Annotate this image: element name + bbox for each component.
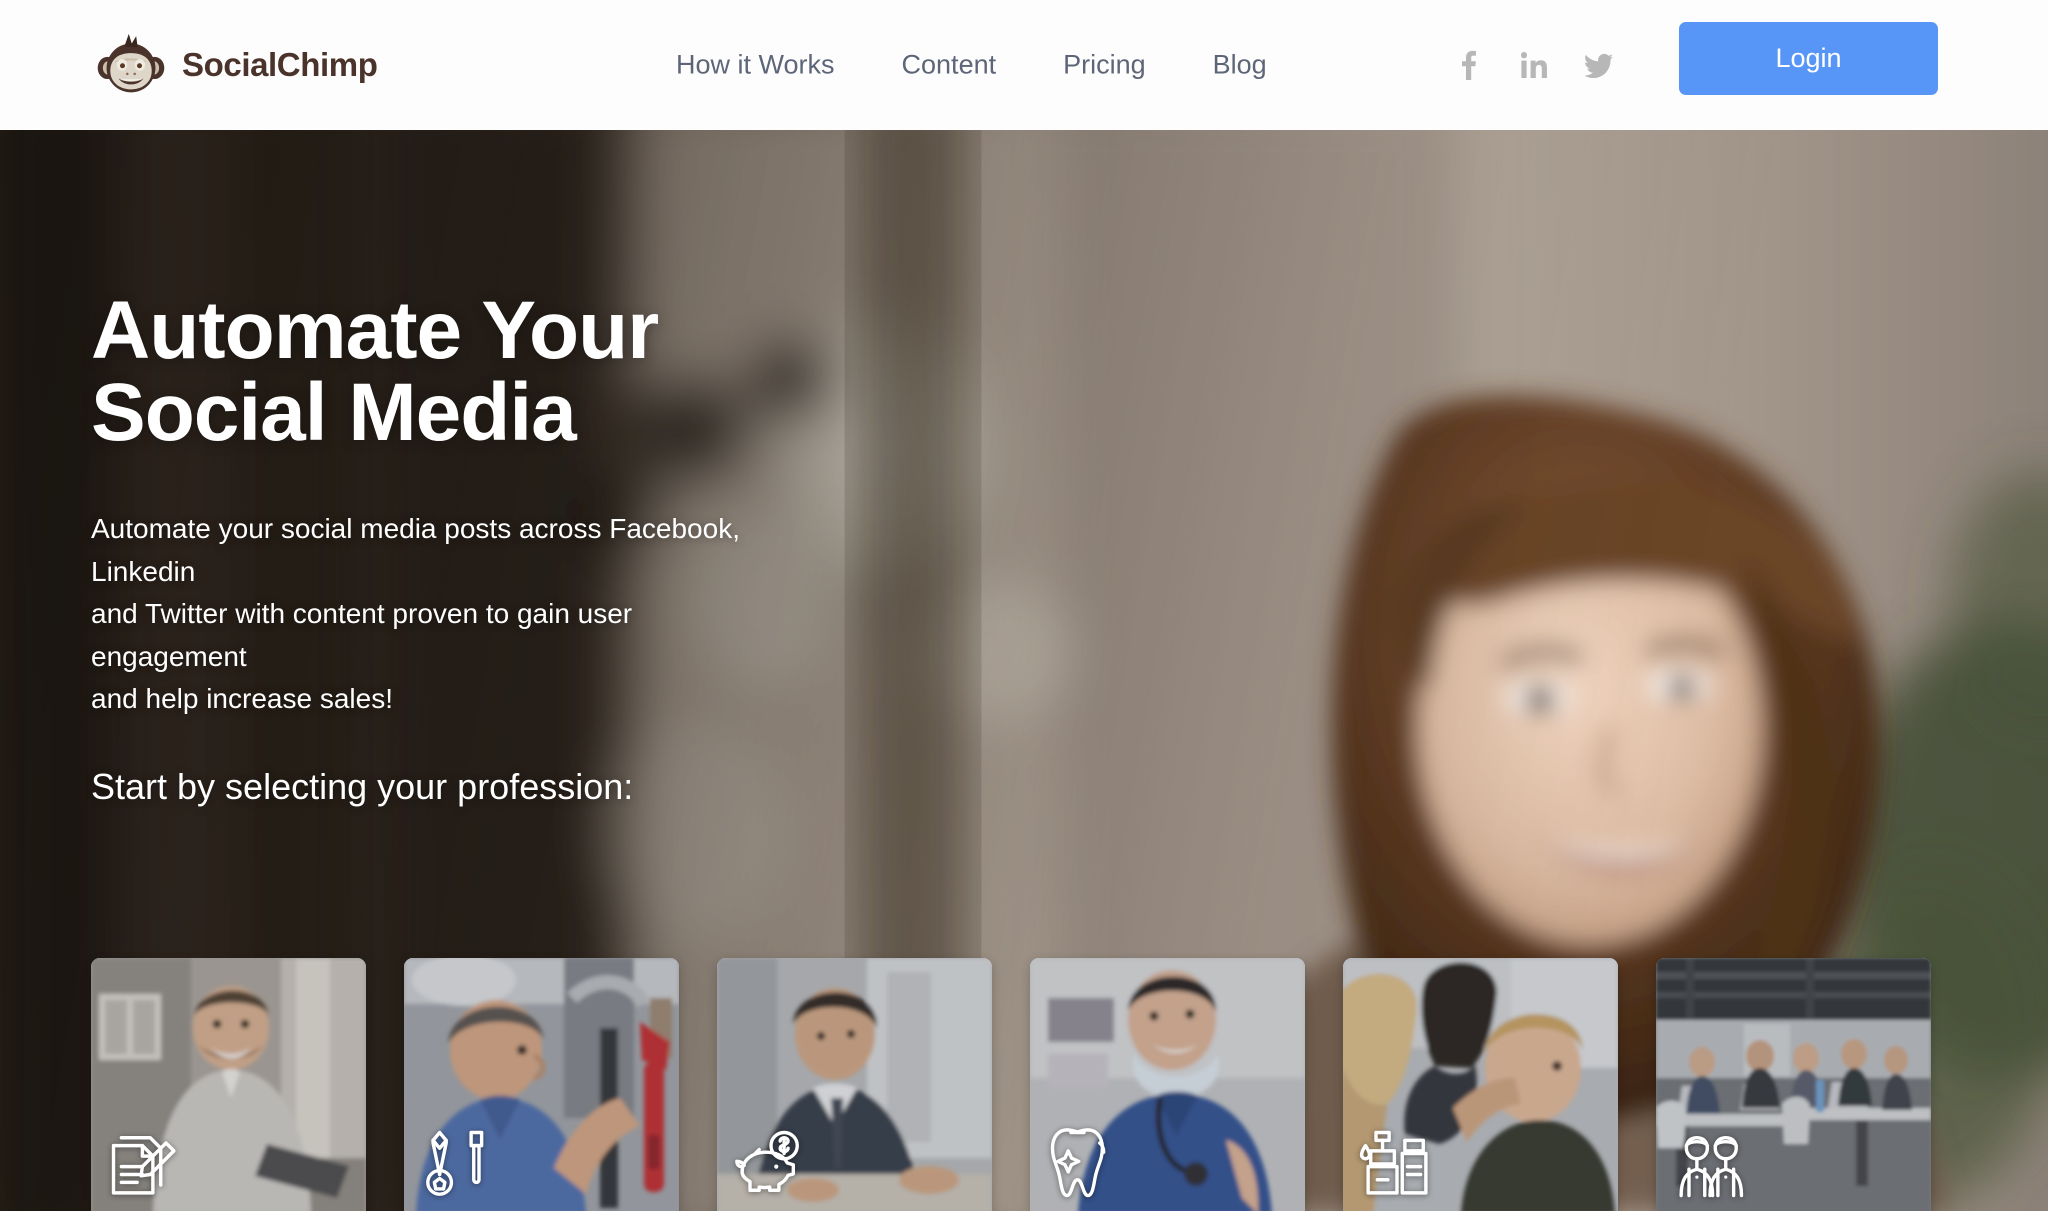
- profession-card-other[interactable]: Other: [1656, 958, 1931, 1211]
- social-links: [1455, 50, 1613, 80]
- nav-item-how-it-works[interactable]: How it Works: [676, 50, 835, 81]
- main-nav: How it Works Content Pricing Blog: [676, 50, 1267, 81]
- hero-prompt: Start by selecting your profession:: [91, 765, 634, 807]
- profession-card-finance-retirement[interactable]: Finance/Retirement: [717, 958, 992, 1211]
- hero-title: Automate Your Social Media: [91, 285, 659, 458]
- nav-item-content[interactable]: Content: [902, 50, 997, 81]
- two-people-icon: [1668, 1122, 1752, 1206]
- nav-item-pricing[interactable]: Pricing: [1063, 50, 1146, 81]
- documents-pen-icon: [103, 1122, 187, 1206]
- facebook-icon[interactable]: [1455, 50, 1483, 80]
- card-photo: [1343, 958, 1618, 1211]
- piggy-bank-icon: [729, 1122, 813, 1206]
- profession-card-dentists[interactable]: Dentists: [1030, 958, 1305, 1211]
- hero-content: Automate Your Social Media Automate your…: [91, 290, 1091, 808]
- site-header: SocialChimp How it Works Content Pricing…: [0, 0, 2048, 130]
- monkey-face-icon: [94, 28, 168, 102]
- brand-logo[interactable]: SocialChimp: [94, 28, 378, 102]
- profession-card-real-estate[interactable]: Real Estate: [91, 958, 366, 1211]
- twitter-icon[interactable]: [1585, 50, 1613, 80]
- profession-card-beauty-salon[interactable]: Beauty/Salon: [1343, 958, 1618, 1211]
- cosmetics-bottles-icon: [1355, 1122, 1439, 1206]
- linkedin-icon[interactable]: [1520, 50, 1548, 80]
- profession-card-home-service[interactable]: Home Service: [404, 958, 679, 1211]
- card-photo: [1030, 958, 1305, 1211]
- wrench-screwdriver-icon: [416, 1122, 500, 1206]
- card-photo: [717, 958, 992, 1211]
- hero-section: Automate Your Social Media Automate your…: [0, 130, 2048, 1211]
- profession-cards: Real Estate: [91, 958, 1931, 1211]
- login-button[interactable]: Login: [1679, 22, 1938, 95]
- card-photo: [91, 958, 366, 1211]
- tooth-icon: [1042, 1122, 1126, 1206]
- card-photo: [404, 958, 679, 1211]
- hero-subtitle: Automate your social media posts across …: [91, 513, 740, 715]
- nav-item-blog[interactable]: Blog: [1213, 50, 1267, 81]
- card-photo: [1656, 958, 1931, 1211]
- brand-name: SocialChimp: [182, 46, 378, 83]
